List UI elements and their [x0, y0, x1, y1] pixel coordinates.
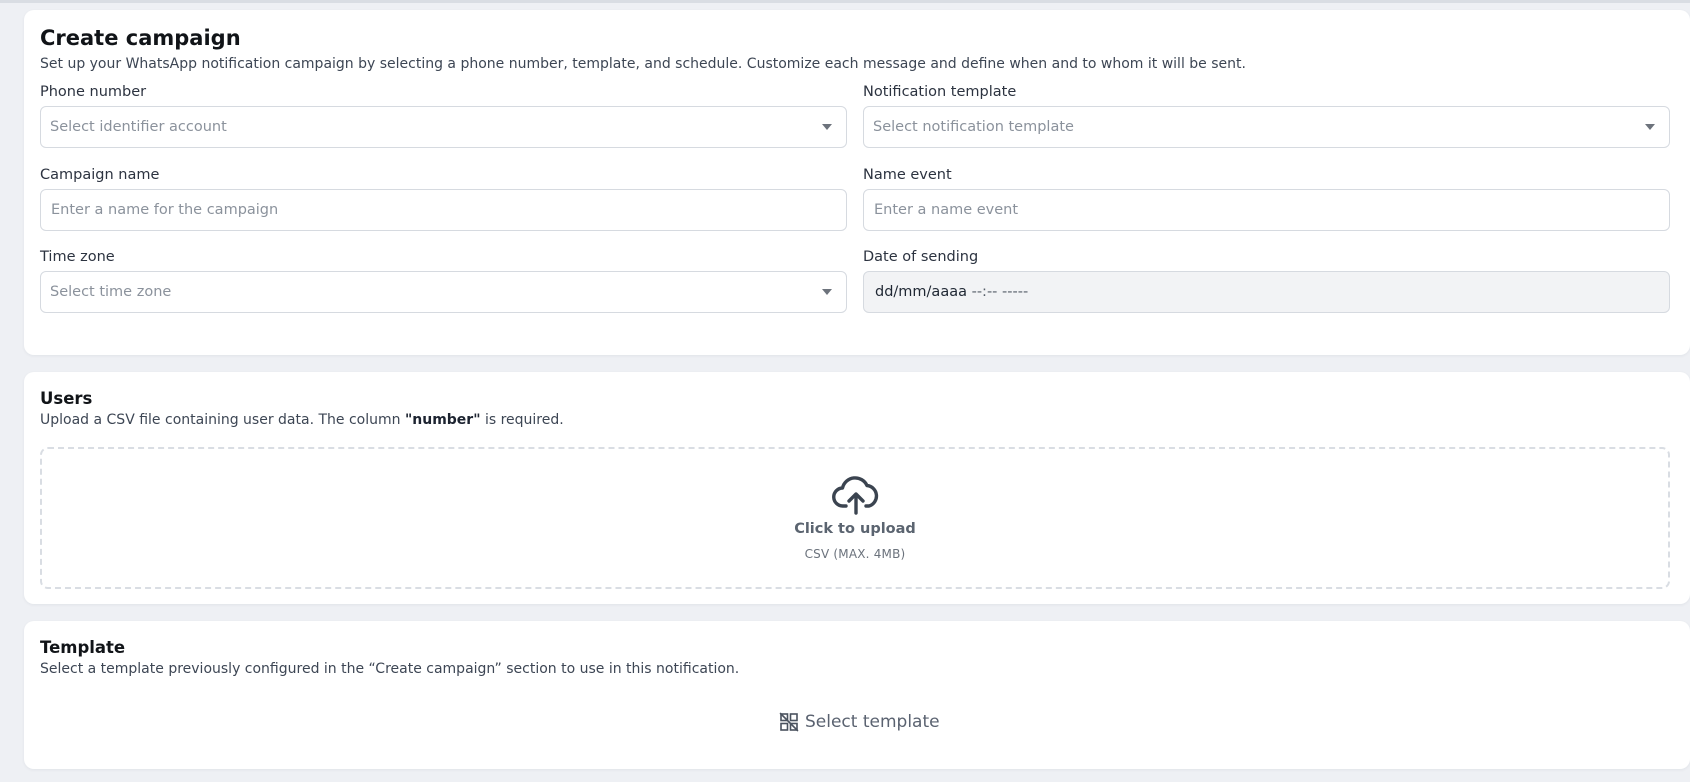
date-of-sending-input[interactable]: dd/mm/aaaa --:-- -----: [863, 271, 1670, 313]
users-description-suffix: is required.: [480, 412, 564, 428]
date-of-sending-value: dd/mm/aaaa --:-- -----: [873, 284, 1028, 300]
csv-upload-dropzone[interactable]: Click to upload CSV (MAX. 4MB): [40, 447, 1670, 589]
notification-template-select[interactable]: Select notification template: [863, 106, 1670, 148]
name-event-field[interactable]: [863, 189, 1670, 231]
chevron-down-icon: [822, 289, 832, 295]
upload-title: Click to upload: [794, 521, 916, 537]
template-card: Template Select a template previously co…: [24, 621, 1690, 769]
users-description: Upload a CSV file containing user data. …: [40, 412, 564, 428]
time-zone-label: Time zone: [40, 249, 115, 265]
select-template-label: Select template: [805, 712, 940, 732]
name-event-input[interactable]: [873, 202, 1660, 218]
chevron-down-icon: [1645, 124, 1655, 130]
phone-number-label: Phone number: [40, 84, 147, 100]
create-campaign-card: Create campaign Set up your WhatsApp not…: [24, 10, 1690, 355]
page: Create campaign Set up your WhatsApp not…: [0, 0, 1690, 782]
notification-template-placeholder: Select notification template: [873, 119, 1074, 135]
users-description-prefix: Upload a CSV file containing user data. …: [40, 412, 405, 428]
template-description: Select a template previously configured …: [40, 661, 740, 677]
date-part: dd/mm/aaaa: [875, 284, 967, 300]
create-campaign-description: Set up your WhatsApp notification campai…: [40, 56, 1246, 72]
time-zone-placeholder: Select time zone: [50, 284, 172, 300]
users-card: Users Upload a CSV file containing user …: [24, 372, 1690, 604]
top-divider: [0, 0, 1690, 3]
template-icon: [779, 712, 799, 732]
time-part: --:-- -----: [971, 284, 1029, 300]
phone-number-select[interactable]: Select identifier account: [40, 106, 847, 148]
chevron-down-icon: [822, 124, 832, 130]
name-event-label: Name event: [863, 167, 952, 183]
create-campaign-title: Create campaign: [40, 26, 241, 50]
campaign-name-input[interactable]: [50, 202, 837, 218]
phone-number-placeholder: Select identifier account: [50, 119, 227, 135]
users-title: Users: [40, 389, 93, 408]
date-of-sending-label: Date of sending: [863, 249, 979, 265]
template-title: Template: [40, 638, 126, 657]
campaign-name-label: Campaign name: [40, 167, 160, 183]
cloud-upload-icon: [832, 476, 879, 515]
campaign-name-field[interactable]: [40, 189, 847, 231]
notification-template-label: Notification template: [863, 84, 1017, 100]
users-description-bold: "number": [404, 412, 481, 428]
select-template-button[interactable]: Select template: [779, 709, 940, 735]
upload-hint: CSV (MAX. 4MB): [804, 547, 906, 561]
time-zone-select[interactable]: Select time zone: [40, 271, 847, 313]
